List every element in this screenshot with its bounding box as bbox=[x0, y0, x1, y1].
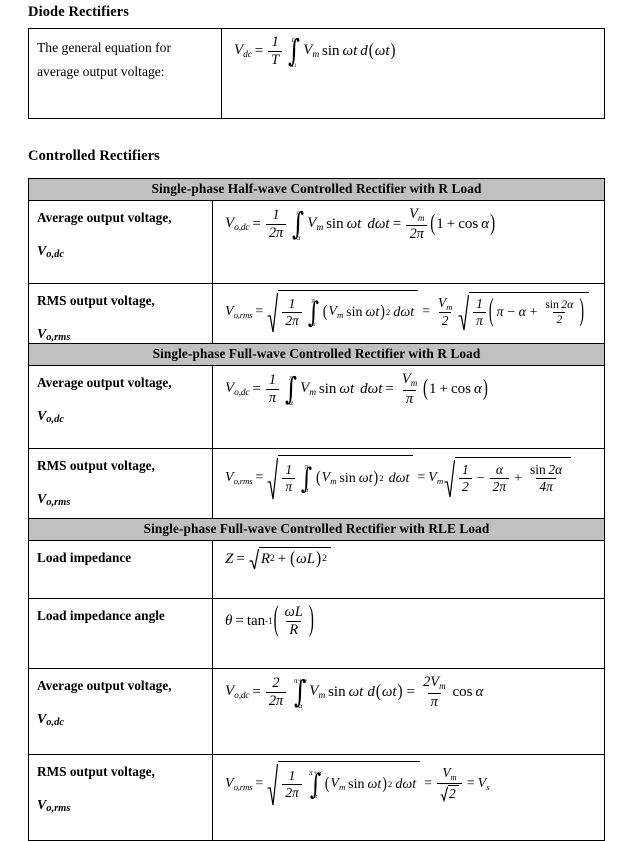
formula-full-wave-rms: Vo,rms = 1π π ∫ α (Vm sin ωt) 2 dωt = V… bbox=[225, 455, 572, 501]
table-header-row: Single-phase Half-wave Controlled Rectif… bbox=[28, 178, 605, 201]
label-line-1: The general equation for bbox=[37, 40, 171, 55]
formula-load-impedance-angle: θ = tan -1 ( ωL R ) bbox=[225, 602, 314, 639]
label-text: Load impedance angle bbox=[37, 608, 165, 623]
formula-load-impedance: Z = R2 + (ωL) 2 bbox=[225, 547, 332, 571]
formula-half-wave-average: Vo,dc = 1 2π π ∫ α Vm sin ωt dωt = Vm 2π… bbox=[225, 205, 496, 242]
table-header-row: Single-phase Full-wave Controlled Rectif… bbox=[27, 343, 606, 366]
full-wave-r-load-table: Single-phase Full-wave Controlled Rectif… bbox=[27, 343, 606, 539]
table-row: Average output voltage, Vo,dc Vo,dc = 22… bbox=[28, 668, 606, 755]
table-row: Average output voltage, Vo,dc Vo,dc = 12… bbox=[28, 200, 605, 284]
label-text: Load impedance bbox=[37, 550, 132, 565]
row-label-load-impedance: Load impedance bbox=[28, 540, 213, 599]
table-row: Load impedance angle θ = tan -1 ( ωL R ) bbox=[28, 598, 606, 669]
label-variable: Vo,dc bbox=[37, 407, 64, 425]
table-header-full-wave-r: Single-phase Full-wave Controlled Rectif… bbox=[27, 343, 606, 366]
row-label-general-equation: The general equation for average output … bbox=[28, 28, 222, 119]
diode-rectifiers-table: The general equation for average output … bbox=[28, 28, 605, 119]
page-title-diode-rectifiers: Diode Rectifiers bbox=[28, 4, 130, 20]
table-row: Load impedance Z = R2 + (ωL) 2 bbox=[28, 540, 606, 599]
formula-cell-impedance-angle: θ = tan -1 ( ωL R ) bbox=[211, 598, 606, 669]
formula-full-wave-average: Vo,dc = 1π π ∫ α Vm sin ωt dωt = Vm π (… bbox=[225, 370, 488, 407]
label-line-2: average output voltage: bbox=[37, 63, 165, 79]
label-text: Average output voltage, bbox=[37, 210, 172, 225]
formula-cell-vo-dc: Vo,dc = 2 2π π+α ∫ α Vm sin ωt d (ωt) = … bbox=[211, 668, 606, 755]
label-text: RMS output voltage, bbox=[37, 764, 155, 779]
document-page: Diode Rectifiers The general equation fo… bbox=[0, 0, 617, 841]
table-header-row: Single-phase Full-wave Controlled Rectif… bbox=[27, 518, 606, 541]
label-text: RMS output voltage, bbox=[37, 293, 155, 308]
table-header-half-wave-r: Single-phase Half-wave Controlled Rectif… bbox=[28, 178, 605, 201]
formula-cell-vo-rms: Vo,rms = 1 2π π+α ∫ α (Vm sin ωt) 2 dωt… bbox=[211, 754, 606, 841]
label-text: Average output voltage, bbox=[37, 375, 172, 390]
formula-cell-impedance: Z = R2 + (ωL) 2 bbox=[211, 540, 606, 599]
table-row: The general equation for average output … bbox=[28, 28, 605, 119]
row-label-load-impedance-angle: Load impedance angle bbox=[28, 598, 213, 669]
label-variable: Vo,rms bbox=[37, 490, 71, 508]
row-label-average-output-voltage: Average output voltage, Vo,dc bbox=[28, 200, 213, 284]
formula-cell-vo-dc: Vo,dc = 1 2π π ∫ α Vm sin ωt dωt = Vm 2π… bbox=[212, 200, 605, 284]
label-variable: Vo,dc bbox=[37, 710, 64, 728]
label-variable: Vo,dc bbox=[37, 242, 64, 260]
table-row: Average output voltage, Vo,dc Vo,dc = 1π… bbox=[28, 365, 606, 449]
table-row: RMS output voltage, Vo,rms Vo,rms = 1 2π … bbox=[28, 754, 606, 841]
table-header-full-wave-rle: Single-phase Full-wave Controlled Rectif… bbox=[27, 518, 606, 541]
row-label-average-output-voltage: Average output voltage, Vo,dc bbox=[28, 365, 213, 449]
row-label-average-output-voltage: Average output voltage, Vo,dc bbox=[28, 668, 213, 755]
half-wave-r-load-table: Single-phase Half-wave Controlled Rectif… bbox=[28, 178, 605, 370]
formula-rle-rms: Vo,rms = 1 2π π+α ∫ α (Vm sin ωt) 2 dωt… bbox=[225, 761, 490, 807]
formula-cell-vdc: Vdc = 1T t2 ∫ t1 Vm sin ωt d (ωt) bbox=[221, 28, 605, 119]
label-variable: Vo,rms bbox=[37, 796, 71, 814]
label-text: Average output voltage, bbox=[37, 678, 172, 693]
label-text: RMS output voltage, bbox=[37, 458, 155, 473]
formula-rle-average: Vo,dc = 2 2π π+α ∫ α Vm sin ωt d (ωt) = … bbox=[225, 673, 484, 710]
formula-cell-vo-dc: Vo,dc = 1π π ∫ α Vm sin ωt dωt = Vm π (… bbox=[211, 365, 606, 449]
full-wave-rle-load-table: Single-phase Full-wave Controlled Rectif… bbox=[27, 518, 606, 841]
formula-vdc-general: Vdc = 1T t2 ∫ t1 Vm sin ωt d (ωt) bbox=[234, 33, 396, 70]
row-label-rms-output-voltage: RMS output voltage, Vo,rms bbox=[28, 754, 213, 841]
page-title-controlled-rectifiers: Controlled Rectifiers bbox=[28, 148, 160, 164]
formula-half-wave-rms: Vo,rms = 1 2π π ∫ α (Vm sin ωt) 2 dωt … bbox=[225, 290, 590, 334]
